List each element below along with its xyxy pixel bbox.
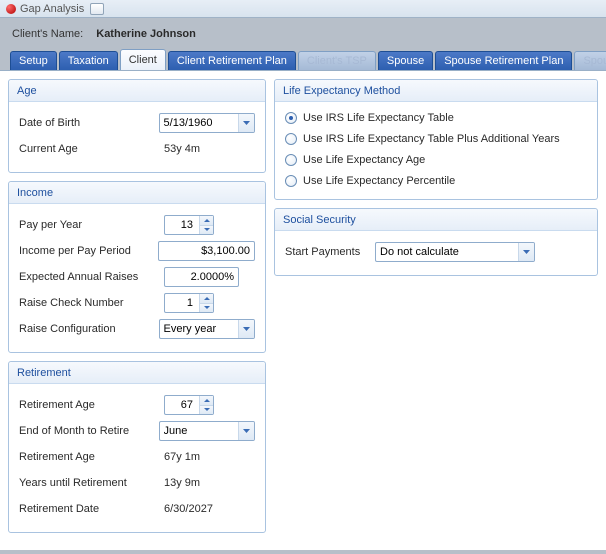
years-until-value: 13y 9m bbox=[164, 477, 200, 489]
life-expectancy-radio-list: Use IRS Life Expectancy Table Use IRS Lif… bbox=[285, 110, 587, 189]
expected-raises-input[interactable]: 2.0000% bbox=[164, 267, 239, 287]
tab-client[interactable]: Client bbox=[120, 49, 166, 70]
radio-label: Use Life Expectancy Percentile bbox=[303, 175, 455, 187]
group-social-security: Social Security Start Payments Do not ca… bbox=[274, 208, 598, 276]
spin-down-icon[interactable] bbox=[200, 226, 213, 235]
group-social-security-header: Social Security bbox=[275, 209, 597, 231]
tab-label: Spouse's TSP bbox=[583, 55, 606, 67]
raise-config-combo[interactable]: Every year bbox=[159, 319, 255, 339]
retirement-age-input[interactable]: 67 bbox=[164, 395, 214, 415]
chevron-down-icon[interactable] bbox=[238, 114, 254, 132]
expected-raises-label: Expected Annual Raises bbox=[19, 271, 164, 283]
group-life-expectancy-header: Life Expectancy Method bbox=[275, 80, 597, 102]
window-button-icon[interactable] bbox=[90, 3, 104, 15]
life-expectancy-option[interactable]: Use Life Expectancy Age bbox=[285, 154, 587, 166]
radio-label: Use IRS Life Expectancy Table bbox=[303, 112, 454, 124]
radio-label: Use IRS Life Expectancy Table Plus Addit… bbox=[303, 133, 560, 145]
client-name-value: Katherine Johnson bbox=[96, 28, 196, 40]
group-age-header: Age bbox=[9, 80, 265, 102]
radio-icon bbox=[285, 154, 297, 166]
retirement-date-value: 6/30/2027 bbox=[164, 503, 213, 515]
pay-per-year-input[interactable]: 13 bbox=[164, 215, 214, 235]
tabstrip: Setup Taxation Client Client Retirement Pla… bbox=[0, 48, 606, 70]
retirement-age-label: Retirement Age bbox=[19, 399, 164, 411]
dob-value: 5/13/1960 bbox=[164, 117, 238, 129]
retirement-age-value: 67 bbox=[181, 399, 197, 411]
tab-taxation[interactable]: Taxation bbox=[59, 51, 118, 70]
retirement-date-label: Retirement Date bbox=[19, 503, 164, 515]
pay-per-year-value: 13 bbox=[181, 219, 197, 231]
tab-client-s-tsp: Client's TSP bbox=[298, 51, 376, 70]
spin-up-icon[interactable] bbox=[200, 294, 213, 304]
life-expectancy-option[interactable]: Use IRS Life Expectancy Table bbox=[285, 112, 587, 124]
tab-spouse[interactable]: Spouse bbox=[378, 51, 433, 70]
spin-up-icon[interactable] bbox=[200, 216, 213, 226]
radio-icon bbox=[285, 175, 297, 187]
client-name-row: Client's Name: Katherine Johnson bbox=[0, 18, 606, 48]
tab-spouse-retirement-plan[interactable]: Spouse Retirement Plan bbox=[435, 51, 572, 70]
end-of-month-value: June bbox=[164, 425, 238, 437]
window-title: Gap Analysis bbox=[20, 3, 84, 15]
tab-label: Taxation bbox=[68, 55, 109, 67]
radio-icon bbox=[285, 133, 297, 145]
group-retirement-header: Retirement bbox=[9, 362, 265, 384]
start-payments-label: Start Payments bbox=[285, 246, 375, 258]
dob-label: Date of Birth bbox=[19, 117, 159, 129]
app-icon bbox=[6, 4, 16, 14]
pay-per-year-label: Pay per Year bbox=[19, 219, 164, 231]
raise-check-input[interactable]: 1 bbox=[164, 293, 214, 313]
tab-content: Age Date of Birth 5/13/1960 Current Age bbox=[0, 70, 606, 550]
income-per-pay-input[interactable]: $3,100.00 bbox=[158, 241, 255, 261]
group-income-header: Income bbox=[9, 182, 265, 204]
start-payments-combo[interactable]: Do not calculate bbox=[375, 242, 535, 262]
retirement-age-ym-label: Retirement Age bbox=[19, 451, 164, 463]
spin-down-icon[interactable] bbox=[200, 304, 213, 313]
window-titlebar: Gap Analysis bbox=[0, 0, 606, 18]
dob-input[interactable]: 5/13/1960 bbox=[159, 113, 255, 133]
raise-check-label: Raise Check Number bbox=[19, 297, 164, 309]
end-of-month-combo[interactable]: June bbox=[159, 421, 255, 441]
tab-label: Client Retirement Plan bbox=[177, 55, 287, 67]
client-name-label: Client's Name: bbox=[12, 28, 83, 40]
tab-label: Spouse Retirement Plan bbox=[444, 55, 563, 67]
group-life-expectancy: Life Expectancy Method Use IRS Life Expe… bbox=[274, 79, 598, 200]
income-per-pay-label: Income per Pay Period bbox=[19, 245, 158, 257]
life-expectancy-option[interactable]: Use IRS Life Expectancy Table Plus Addit… bbox=[285, 133, 587, 145]
chevron-down-icon[interactable] bbox=[238, 320, 254, 338]
years-until-label: Years until Retirement bbox=[19, 477, 164, 489]
tab-label: Client bbox=[129, 54, 157, 66]
life-expectancy-option[interactable]: Use Life Expectancy Percentile bbox=[285, 175, 587, 187]
radio-label: Use Life Expectancy Age bbox=[303, 154, 425, 166]
group-retirement: Retirement Retirement Age 67 E bbox=[8, 361, 266, 533]
start-payments-value: Do not calculate bbox=[380, 246, 518, 258]
chevron-down-icon[interactable] bbox=[518, 243, 534, 261]
tab-spouse-s-tsp: Spouse's TSP bbox=[574, 51, 606, 70]
chevron-down-icon[interactable] bbox=[238, 422, 254, 440]
tab-client-retirement-plan[interactable]: Client Retirement Plan bbox=[168, 51, 296, 70]
income-per-pay-value: $3,100.00 bbox=[201, 245, 250, 257]
spin-up-icon[interactable] bbox=[200, 396, 213, 406]
tab-label: Client's TSP bbox=[307, 55, 367, 67]
tab-label: Spouse bbox=[387, 55, 424, 67]
retirement-age-ym-value: 67y 1m bbox=[164, 451, 200, 463]
raise-config-value: Every year bbox=[164, 323, 238, 335]
radio-icon bbox=[285, 112, 297, 124]
spin-down-icon[interactable] bbox=[200, 406, 213, 415]
raise-check-value: 1 bbox=[187, 297, 197, 309]
current-age-value: 53y 4m bbox=[164, 143, 200, 155]
group-age: Age Date of Birth 5/13/1960 Current Age bbox=[8, 79, 266, 173]
group-income: Income Pay per Year 13 Income bbox=[8, 181, 266, 353]
tab-label: Setup bbox=[19, 55, 48, 67]
raise-config-label: Raise Configuration bbox=[19, 323, 159, 335]
expected-raises-value: 2.0000% bbox=[191, 271, 234, 283]
current-age-label: Current Age bbox=[19, 143, 164, 155]
tab-setup[interactable]: Setup bbox=[10, 51, 57, 70]
end-of-month-label: End of Month to Retire bbox=[19, 425, 159, 437]
